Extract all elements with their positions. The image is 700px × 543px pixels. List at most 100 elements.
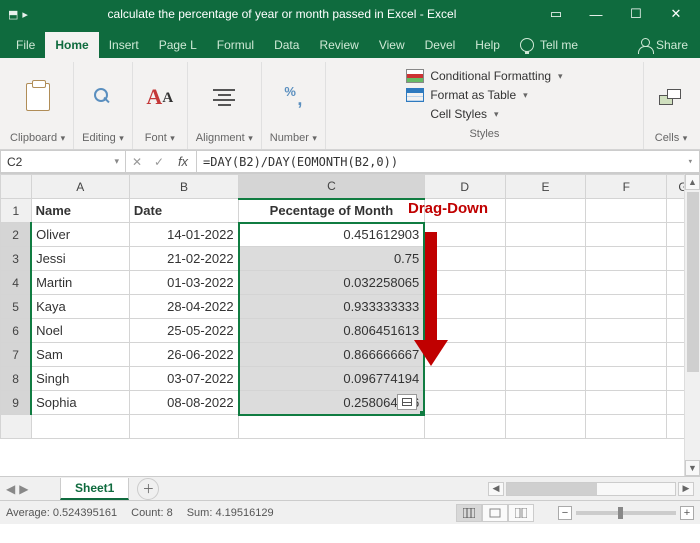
cell[interactable] — [586, 319, 667, 343]
sheet-next-icon[interactable]: ▶ — [19, 482, 28, 496]
chevron-down-icon[interactable]: ▾ — [117, 133, 124, 143]
cell[interactable] — [505, 199, 586, 223]
vertical-scrollbar[interactable]: ▲ ▼ — [684, 174, 700, 476]
conditional-formatting-button[interactable]: Conditional Formatting ▾ — [404, 68, 564, 84]
cell[interactable]: 0.096774194 — [239, 367, 425, 391]
select-all-corner[interactable] — [1, 175, 32, 199]
accept-formula-icon[interactable]: ✓ — [148, 155, 170, 169]
cell[interactable]: Pecentage of Month — [239, 199, 425, 223]
col-header-e[interactable]: E — [505, 175, 586, 199]
row-header[interactable] — [1, 415, 32, 439]
cell[interactable]: Noel — [31, 319, 129, 343]
cell[interactable]: 28-04-2022 — [129, 295, 238, 319]
cell[interactable] — [505, 343, 586, 367]
normal-view-button[interactable] — [456, 504, 482, 522]
cell[interactable]: 0.451612903 — [239, 223, 425, 247]
cell[interactable]: Oliver — [31, 223, 129, 247]
scroll-thumb[interactable] — [687, 192, 699, 372]
cell[interactable] — [586, 271, 667, 295]
sheet-prev-icon[interactable]: ◀ — [6, 482, 15, 496]
cell[interactable]: 01-03-2022 — [129, 271, 238, 295]
chevron-down-icon[interactable]: ▾ — [680, 133, 687, 143]
cells-button[interactable] — [652, 80, 690, 114]
tab-insert[interactable]: Insert — [99, 32, 149, 58]
zoom-thumb[interactable] — [618, 507, 623, 519]
ribbon-options-icon[interactable]: ▭ — [536, 0, 576, 28]
minimize-button[interactable]: — — [576, 0, 616, 28]
row-header[interactable]: 6 — [1, 319, 32, 343]
scroll-track[interactable] — [506, 482, 676, 496]
tell-me[interactable]: Tell me — [510, 32, 588, 58]
chevron-down-icon[interactable]: ▾ — [246, 133, 253, 143]
cell[interactable] — [586, 199, 667, 223]
page-layout-view-button[interactable] — [482, 504, 508, 522]
cell[interactable]: 21-02-2022 — [129, 247, 238, 271]
cell[interactable] — [505, 247, 586, 271]
worksheet-grid[interactable]: A B C D E F G 1 Name Date Pecentage of M… — [0, 174, 700, 476]
tab-file[interactable]: File — [6, 32, 45, 58]
cell[interactable]: 14-01-2022 — [129, 223, 238, 247]
cancel-formula-icon[interactable]: ✕ — [126, 155, 148, 169]
clipboard-button[interactable] — [19, 80, 57, 114]
cell[interactable] — [239, 415, 425, 439]
row-header[interactable]: 9 — [1, 391, 32, 415]
number-button[interactable] — [274, 80, 312, 114]
col-header-d[interactable]: D — [424, 175, 505, 199]
tab-help[interactable]: Help — [465, 32, 510, 58]
cell[interactable]: 08-08-2022 — [129, 391, 238, 415]
cell[interactable]: 0.933333333 — [239, 295, 425, 319]
cell[interactable] — [586, 223, 667, 247]
formula-input[interactable]: =DAY(B2)/DAY(EOMONTH(B2,0)) ▾ — [196, 150, 700, 173]
tab-home[interactable]: Home — [45, 32, 98, 58]
row-header[interactable]: 1 — [1, 199, 32, 223]
cell[interactable] — [31, 415, 129, 439]
cell[interactable]: Martin — [31, 271, 129, 295]
row-header[interactable]: 2 — [1, 223, 32, 247]
autofill-options-button[interactable] — [397, 394, 417, 410]
chevron-down-icon[interactable]: ▾ — [310, 133, 317, 143]
scroll-right-button[interactable]: ▶ — [678, 482, 694, 496]
cell[interactable]: 0.75 — [239, 247, 425, 271]
fill-handle[interactable] — [420, 411, 424, 415]
scroll-down-button[interactable]: ▼ — [685, 460, 700, 476]
cell[interactable] — [586, 295, 667, 319]
zoom-slider[interactable] — [576, 511, 676, 515]
tab-formulas[interactable]: Formul — [207, 32, 264, 58]
cell[interactable]: 25-05-2022 — [129, 319, 238, 343]
scroll-up-button[interactable]: ▲ — [685, 174, 700, 190]
share-button[interactable]: Share — [626, 32, 700, 58]
scroll-left-button[interactable]: ◀ — [488, 482, 504, 496]
scroll-thumb[interactable] — [507, 483, 597, 495]
autosave-icon[interactable]: ⬒ — [8, 8, 18, 21]
tab-developer[interactable]: Devel — [415, 32, 466, 58]
cell[interactable] — [424, 391, 505, 415]
cell[interactable]: 26-06-2022 — [129, 343, 238, 367]
cell[interactable] — [505, 295, 586, 319]
cell[interactable] — [586, 247, 667, 271]
name-box[interactable]: C2 ▾ — [0, 150, 125, 173]
cell[interactable]: Singh — [31, 367, 129, 391]
cell[interactable] — [586, 367, 667, 391]
cell[interactable] — [505, 319, 586, 343]
cell[interactable]: 0.806451613 — [239, 319, 425, 343]
col-header-b[interactable]: B — [129, 175, 238, 199]
tab-view[interactable]: View — [369, 32, 415, 58]
cell[interactable]: Sam — [31, 343, 129, 367]
alignment-button[interactable] — [205, 80, 243, 114]
zoom-out-button[interactable]: − — [558, 506, 572, 520]
sheet-tab-sheet1[interactable]: Sheet1 — [60, 478, 129, 500]
cell[interactable] — [129, 415, 238, 439]
cell[interactable] — [505, 391, 586, 415]
chevron-down-icon[interactable]: ▾ — [58, 133, 65, 143]
editing-button[interactable] — [84, 80, 122, 114]
cell[interactable]: Sophia — [31, 391, 129, 415]
font-button[interactable]: AA — [141, 80, 179, 114]
cell[interactable]: Jessi — [31, 247, 129, 271]
cell[interactable]: Kaya — [31, 295, 129, 319]
cell[interactable]: 0.866666667 — [239, 343, 425, 367]
cell[interactable] — [505, 223, 586, 247]
col-header-c[interactable]: C — [239, 175, 425, 199]
cell[interactable]: 03-07-2022 — [129, 367, 238, 391]
cell[interactable] — [505, 415, 586, 439]
row-header[interactable]: 5 — [1, 295, 32, 319]
